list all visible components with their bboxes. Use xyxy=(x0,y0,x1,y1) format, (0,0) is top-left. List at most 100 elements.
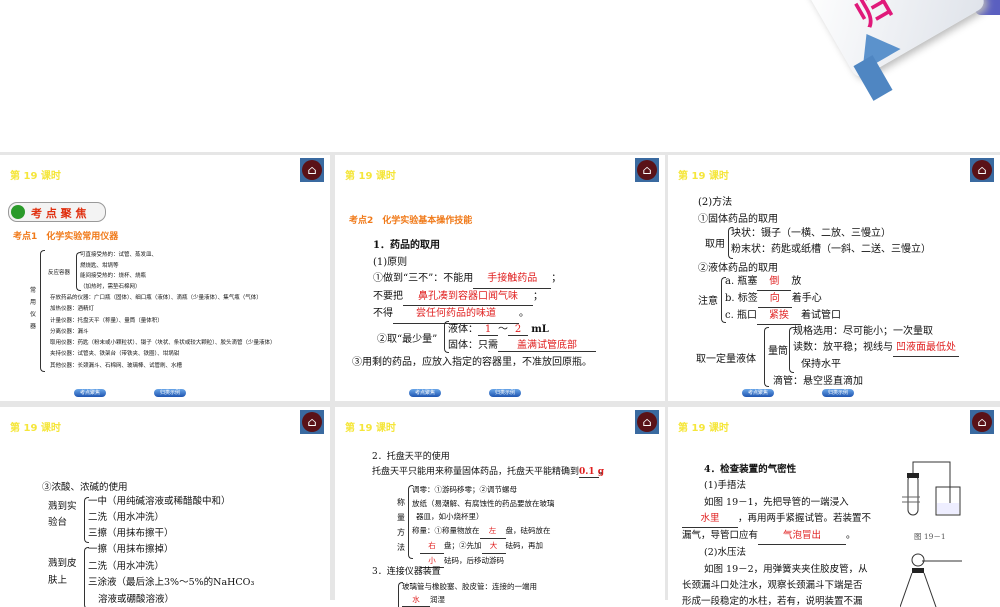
lesson-label: 第 19 课时 xyxy=(10,167,61,182)
subheading: ②液体药品的取用 xyxy=(698,259,778,274)
answer: 凹液面最低处 xyxy=(893,340,959,357)
figure-caption: 图 19－1 xyxy=(914,531,946,542)
text: 着手心 xyxy=(792,293,822,304)
answer: 1 xyxy=(478,324,498,336)
nav-next-button[interactable]: 归类示例 xyxy=(822,389,854,397)
lesson-label: 第 19 课时 xyxy=(345,419,396,434)
home-button[interactable]: ⌂ xyxy=(970,158,994,182)
root-label: 常用仪器 xyxy=(30,285,40,333)
topic-title: 考点1 化学实验常用仪器 xyxy=(13,229,118,242)
brace xyxy=(764,327,769,387)
unit: mL xyxy=(531,324,549,335)
home-button[interactable]: ⌂ xyxy=(635,158,659,182)
slide-6[interactable]: 第 19 课时 ⌂ 4．检查装置的气密性 (1)手捂法 如图 19－1，先把导管… xyxy=(668,407,1000,607)
home-button[interactable]: ⌂ xyxy=(970,410,994,434)
text: 形成一段稳定的水柱，若有，说明装置不漏 xyxy=(682,594,871,607)
text: 如图 19－2，用弹簧夹夹住胶皮管，从 xyxy=(682,562,871,578)
brace xyxy=(40,250,45,372)
heading: 2．托盘天平的使用 xyxy=(372,449,450,462)
instrument-item: 分离仪器：漏斗 xyxy=(50,327,276,338)
text: 玻璃管与橡胶塞、胶皮管：连接的一端用 xyxy=(402,580,537,593)
text: 不得 xyxy=(373,308,393,319)
reactor-item: 可直接受热的：试管、蒸发皿、 xyxy=(80,250,157,261)
label: 取一定量液体 xyxy=(696,350,756,365)
text: 砝码，后移动游码 xyxy=(444,556,504,565)
text: ①做到“三不”：不能用 xyxy=(373,273,473,284)
home-button[interactable]: ⌂ xyxy=(635,410,659,434)
answer: 水 xyxy=(402,593,430,607)
lesson-label: 第 19 课时 xyxy=(678,419,729,434)
text: 。 xyxy=(846,530,856,541)
text: 托盘天平只能用来称量固体药品，托盘天平能精确到 xyxy=(372,467,579,477)
lesson-label: 第 19 课时 xyxy=(678,167,729,182)
slide-4[interactable]: 第 19 课时 ⌂ ③浓酸、浓碱的使用 溅到实验台 一中（用纯碱溶液或稀醋酸中和… xyxy=(0,407,330,607)
heading: (2)方法 xyxy=(698,195,778,212)
text: 滴管：悬空竖直滴加 xyxy=(773,372,863,387)
nav-prev-button[interactable]: 考点聚焦 xyxy=(74,389,106,397)
text: 放 xyxy=(791,276,801,287)
reactor-label: 反应容器 xyxy=(48,268,70,276)
home-icon: ⌂ xyxy=(302,160,322,180)
answer: 向 xyxy=(758,291,792,308)
text: 长颈漏斗口处注水，观察长颈漏斗下端是否 xyxy=(682,578,871,594)
text: b. 标签 xyxy=(725,293,758,304)
nav-next-button[interactable]: 归类示例 xyxy=(489,389,521,397)
heading: 1．药品的取用 xyxy=(373,238,561,255)
text: 着试管口 xyxy=(801,310,841,321)
slide-2[interactable]: 第 19 课时 ⌂ 考点2 化学实验基本操作技能 1．药品的取用 (1)原则 ①… xyxy=(335,155,665,401)
nav-next-button[interactable]: 归类示例 xyxy=(154,389,186,397)
topic-title: 考点2 化学实验基本操作技能 xyxy=(349,213,472,226)
instrument-item: 存放药品的仪器：广口瓶（固体）、细口瓶（液体）、滴瓶（少量液体）、集气瓶（气体） xyxy=(50,293,276,304)
home-button[interactable]: ⌂ xyxy=(300,158,324,182)
subheading: (1)原则 xyxy=(373,255,561,272)
instrument-item: 夹持仪器：试管夹、铁架台（带铁夹、铁圈）、坩埚钳 xyxy=(50,349,276,360)
text: 放纸（易潮解、有腐蚀性的药品要放在玻璃 xyxy=(412,497,555,511)
text: a. 瓶塞 xyxy=(725,276,757,287)
rule-2: 不要把鼻孔凑到容器口闻气味； xyxy=(373,289,561,307)
answer: 2 xyxy=(508,324,528,336)
green-dot-icon xyxy=(11,205,25,219)
text: ； xyxy=(533,291,543,302)
slide-grid: 第 19 课时 ⌂ 考 点 聚 焦 考点1 化学实验常用仪器 常用仪器 反应容器… xyxy=(0,152,1000,600)
answer: 左 xyxy=(480,524,506,539)
label: 注意 xyxy=(698,292,718,307)
heading: 4．检查装置的气密性 xyxy=(682,462,871,478)
answer: 紧挨 xyxy=(757,308,801,325)
text: ； xyxy=(551,273,561,284)
home-button[interactable]: ⌂ xyxy=(300,410,324,434)
text: 一擦（用抹布擦掉） xyxy=(88,542,254,559)
home-icon: ⌂ xyxy=(302,412,322,432)
subheading: (2)水压法 xyxy=(682,545,871,561)
text: 如图 19－1，先把导管的一端浸入 xyxy=(682,495,871,511)
text: 三擦（用抹布擦干） xyxy=(88,526,231,542)
home-icon: ⌂ xyxy=(972,412,992,432)
least-label: ②取“最少量” xyxy=(377,330,437,345)
instrument-item: 加热仪器：酒精灯 xyxy=(50,304,276,315)
text: 固体：只需 xyxy=(448,340,498,351)
label: 量筒 xyxy=(768,342,788,357)
instrument-item: 其他仪器：长颈漏斗、石棉网、玻璃棒、试管刷、水槽 xyxy=(50,361,276,372)
text: 盘；②先加 xyxy=(444,541,482,550)
instrument-item: 取用仪器：药匙（粉末或小颗粒状）、镊子（块状、条状或较大颗粒）、胶头滴管（少量液… xyxy=(50,338,276,349)
label: 称量方法 xyxy=(397,495,406,555)
home-icon: ⌂ xyxy=(637,412,657,432)
text: 溶液或硼酸溶液） xyxy=(88,592,254,607)
slide-3[interactable]: 第 19 课时 ⌂ (2)方法 ①固体药品的取用 取用 块状：镊子（一横、二放、… xyxy=(668,155,1000,401)
text: 盘，砝码放在 xyxy=(506,526,551,535)
slide-1[interactable]: 第 19 课时 ⌂ 考 点 聚 焦 考点1 化学实验常用仪器 常用仪器 反应容器… xyxy=(0,155,330,401)
text: 。 xyxy=(599,467,608,477)
text: 漏气，导管口应有 xyxy=(682,530,758,541)
text: 砝码，再加 xyxy=(506,541,544,550)
instrument-item: 计量仪器：托盘天平（称量）、量筒（量体积） xyxy=(50,316,276,327)
slide-5[interactable]: 第 19 课时 ⌂ 2．托盘天平的使用 托盘天平只能用来称量固体药品，托盘天平能… xyxy=(335,407,665,607)
answer: 倒 xyxy=(757,274,791,291)
text: 块状：镊子（一横、二放、三慢立） xyxy=(731,226,931,242)
answer: 手接触药品 xyxy=(473,271,551,289)
text: ～ xyxy=(498,324,508,335)
nav-prev-button[interactable]: 考点聚焦 xyxy=(409,389,441,397)
text: c. 瓶口 xyxy=(725,310,757,321)
text: 三涂液（最后涂上3%～5%的NaHCO₃ xyxy=(88,575,254,592)
nav-prev-button[interactable]: 考点聚焦 xyxy=(742,389,774,397)
badge-text: 考 点 聚 焦 xyxy=(31,205,87,221)
heading: 3．连接仪器装置 xyxy=(372,564,441,577)
